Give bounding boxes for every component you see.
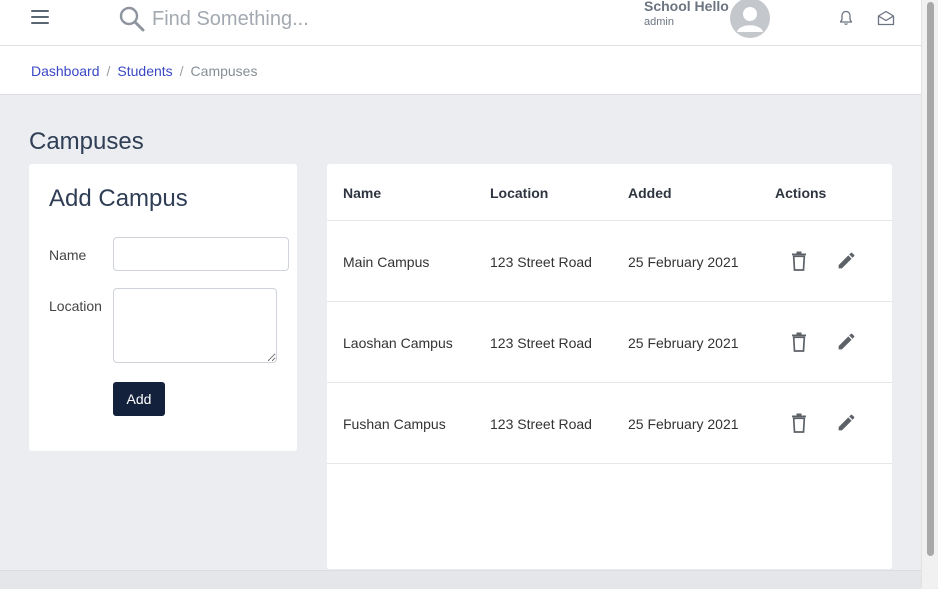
search-input[interactable] [150,4,454,34]
breadcrumb-separator: / [179,63,184,79]
breadcrumb-current: Campuses [190,63,258,79]
table-row: Laoshan Campus 123 Street Road 25 Februa… [327,302,892,383]
add-campus-card: Add Campus Name Location Add [29,164,297,451]
avatar-icon[interactable] [730,0,770,38]
breadcrumb: Dashboard / Students / Campuses [31,63,257,79]
location-field[interactable] [113,288,277,363]
campus-location: 123 Street Road [490,335,592,351]
breadcrumb-dashboard[interactable]: Dashboard [31,63,100,79]
delete-icon[interactable] [791,251,807,276]
page-scrollbar[interactable] [921,0,938,588]
name-label: Name [49,247,87,263]
campus-name: Laoshan Campus [343,335,453,351]
table-row: Main Campus 123 Street Road 25 February … [327,221,892,302]
column-header-actions: Actions [775,185,827,201]
breadcrumb-bar: Dashboard / Students / Campuses [0,46,921,95]
delete-icon[interactable] [791,413,807,438]
campus-added: 25 February 2021 [628,416,739,432]
row-divider [327,463,892,464]
bell-icon[interactable] [838,10,854,31]
add-button[interactable]: Add [113,382,165,416]
edit-icon[interactable] [836,331,857,357]
edit-icon[interactable] [836,250,857,276]
search-icon[interactable] [118,5,146,38]
top-bar: School Hello admin [0,0,921,46]
location-label: Location [49,298,102,314]
breadcrumb-separator: / [106,63,111,79]
campus-location: 123 Street Road [490,416,592,432]
column-header-name: Name [343,185,382,201]
user-role: admin [644,16,674,28]
name-field[interactable] [113,237,289,271]
add-campus-title: Add Campus [49,185,188,212]
mail-icon[interactable] [877,10,895,31]
breadcrumb-students[interactable]: Students [117,63,172,79]
menu-icon[interactable] [31,10,49,26]
delete-icon[interactable] [791,332,807,357]
campus-added: 25 February 2021 [628,335,739,351]
campus-added: 25 February 2021 [628,254,739,270]
campus-name: Fushan Campus [343,416,446,432]
edit-icon[interactable] [836,412,857,438]
campuses-table: Name Location Added Actions Main Campus … [327,164,892,569]
column-header-added: Added [628,185,672,201]
column-header-location: Location [490,185,549,201]
campus-location: 123 Street Road [490,254,592,270]
page-title: Campuses [29,128,144,155]
bottom-strip [0,570,921,589]
campus-name: Main Campus [343,254,430,270]
user-name: School Hello [644,0,729,14]
scrollbar-thumb[interactable] [927,2,934,556]
table-row: Fushan Campus 123 Street Road 25 Februar… [327,383,892,464]
